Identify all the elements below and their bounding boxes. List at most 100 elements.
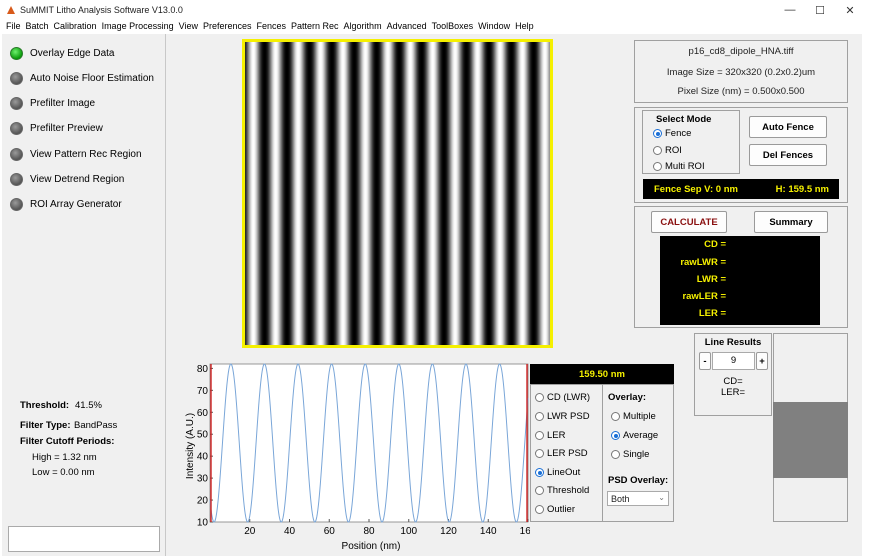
menu-view[interactable]: View xyxy=(179,20,198,34)
plot-threshold-radio[interactable]: Threshold xyxy=(535,485,589,496)
radio-label: Fence xyxy=(665,128,692,139)
overlay-multiple-radio[interactable]: Multiple xyxy=(611,411,656,422)
toggle-overlay-edge-data[interactable]: Overlay Edge Data xyxy=(10,45,115,61)
y-axis-label: Intensity (A.U.) xyxy=(185,413,196,479)
psd-overlay-value: Both xyxy=(611,493,630,504)
toggle-view-detrend-region[interactable]: View Detrend Region xyxy=(10,171,124,187)
option-label: Prefilter Image xyxy=(30,97,96,109)
fence-sep-display: Fence Sep V: 0 nm H: 159.5 nm xyxy=(643,179,839,199)
plot-ler-radio[interactable]: LER xyxy=(535,430,565,441)
radio-icon xyxy=(611,450,620,459)
status-light-icon xyxy=(10,46,23,60)
mode-roi-radio[interactable]: ROI xyxy=(653,145,682,156)
menu-advanced[interactable]: Advanced xyxy=(387,20,427,34)
menu-window[interactable]: Window xyxy=(478,20,510,34)
menu-file[interactable]: File xyxy=(6,20,21,34)
radio-icon xyxy=(611,412,620,421)
toggle-view-pattern-rec-region[interactable]: View Pattern Rec Region xyxy=(10,146,142,162)
mode-fence-radio[interactable]: Fence xyxy=(653,128,691,139)
lineout-chart: 20 40 60 80 100 120 140 160 10 20 30 40 50 60 70 80 Pos… xyxy=(184,360,530,556)
radio-label: ROI xyxy=(665,145,682,156)
radio-label: Multi ROI xyxy=(665,161,705,172)
menu-calibration[interactable]: Calibration xyxy=(54,20,97,34)
radio-selected-icon xyxy=(653,129,662,138)
menu-help[interactable]: Help xyxy=(515,20,534,34)
y-tick-label: 30 xyxy=(197,474,209,485)
menu-batch[interactable]: Batch xyxy=(26,20,49,34)
menu-bar: File Batch Calibration Image Processing … xyxy=(0,20,870,34)
radio-label: LineOut xyxy=(547,467,581,478)
auto-fence-button[interactable]: Auto Fence xyxy=(749,116,827,138)
radio-icon xyxy=(653,162,662,171)
calculate-button[interactable]: CALCULATE xyxy=(651,211,727,233)
command-input[interactable] xyxy=(8,526,160,552)
y-tick-label: 80 xyxy=(197,364,209,375)
radio-label: Multiple xyxy=(623,411,656,422)
pixel-size: Pixel Size (nm) = 0.500x0.500 xyxy=(677,86,805,97)
result-raw-lwr: rawLWR = xyxy=(680,257,726,268)
filter-cutoff-low: Low = 0.00 nm xyxy=(32,467,95,478)
radio-icon xyxy=(535,431,544,440)
threshold-value: 41.5% xyxy=(75,400,102,411)
select-mode-title: Select Mode xyxy=(656,114,712,125)
plot-cd-lwr-radio[interactable]: CD (LWR) xyxy=(535,392,590,403)
radio-icon xyxy=(535,505,544,514)
menu-pattern-rec[interactable]: Pattern Rec xyxy=(291,20,339,34)
overlay-single-radio[interactable]: Single xyxy=(611,449,649,460)
line-number-input[interactable]: 9 xyxy=(712,352,755,370)
toggle-auto-noise-floor[interactable]: Auto Noise Floor Estimation xyxy=(10,70,154,86)
overlay-title: Overlay: xyxy=(608,392,647,403)
plot-lwr-psd-radio[interactable]: LWR PSD xyxy=(535,411,590,422)
status-light-icon xyxy=(10,147,23,161)
del-fences-button[interactable]: Del Fences xyxy=(749,144,827,166)
radio-label: Average xyxy=(623,430,659,441)
line-cd: CD= xyxy=(723,376,743,387)
plot-lineout-radio[interactable]: LineOut xyxy=(535,467,580,478)
y-tick-label: 10 xyxy=(197,518,209,529)
result-raw-ler: rawLER = xyxy=(682,291,726,302)
image-size: Image Size = 320x320 (0.2x0.2)um xyxy=(666,67,816,78)
mode-multi-roi-radio[interactable]: Multi ROI xyxy=(653,161,705,172)
line-ler: LER= xyxy=(720,387,746,398)
menu-image-processing[interactable]: Image Processing xyxy=(102,20,174,34)
radio-label: Outlier xyxy=(547,504,575,515)
result-ler: LER = xyxy=(698,308,726,319)
line-decrement-button[interactable]: - xyxy=(699,352,711,370)
menu-algorithm[interactable]: Algorithm xyxy=(344,20,382,34)
toggle-roi-array-generator[interactable]: ROI Array Generator xyxy=(10,196,122,212)
overlay-average-radio[interactable]: Average xyxy=(611,430,658,441)
result-lwr: LWR = xyxy=(696,274,726,285)
maximize-button[interactable]: ☐ xyxy=(806,2,834,18)
minimize-button[interactable]: — xyxy=(776,2,804,18)
option-label: Overlay Edge Data xyxy=(30,47,115,59)
status-light-icon xyxy=(10,197,23,211)
radio-icon xyxy=(535,412,544,421)
psd-overlay-title: PSD Overlay: xyxy=(608,475,669,486)
psd-overlay-select[interactable]: Both ⌄ xyxy=(607,491,669,506)
sem-image[interactable] xyxy=(242,39,553,348)
status-light-icon xyxy=(10,71,23,85)
summary-button[interactable]: Summary xyxy=(754,211,828,233)
close-button[interactable]: ✕ xyxy=(836,2,864,18)
plot-outlier-radio[interactable]: Outlier xyxy=(535,504,575,515)
toggle-prefilter-image[interactable]: Prefilter Image xyxy=(10,95,95,111)
select-mode-group: Select Mode Fence ROI Multi ROI xyxy=(642,110,740,174)
y-tick-label: 40 xyxy=(197,452,209,463)
toggle-prefilter-preview[interactable]: Prefilter Preview xyxy=(10,120,103,136)
menu-toolboxes[interactable]: ToolBoxes xyxy=(432,20,474,34)
scrollbar-thumb[interactable] xyxy=(773,402,848,478)
menu-fences[interactable]: Fences xyxy=(257,20,287,34)
filter-cutoff-label: Filter Cutoff Periods: xyxy=(20,436,115,447)
radio-label: LER PSD xyxy=(547,448,588,459)
plot-ler-psd-radio[interactable]: LER PSD xyxy=(535,448,588,459)
y-tick-label: 50 xyxy=(197,430,209,441)
x-tick-label: 40 xyxy=(284,526,296,537)
line-increment-button[interactable]: + xyxy=(756,352,768,370)
title-bar: SuMMIT Litho Analysis Software V13.0.0 —… xyxy=(0,0,870,20)
menu-preferences[interactable]: Preferences xyxy=(203,20,252,34)
threshold-label: Threshold: xyxy=(20,400,70,411)
radio-label: Threshold xyxy=(547,485,590,496)
fence-sep-h: H: 159.5 nm xyxy=(775,184,829,195)
line-results-panel: Line Results - 9 + CD= LER= xyxy=(694,333,772,416)
result-cd: CD = xyxy=(704,239,726,250)
